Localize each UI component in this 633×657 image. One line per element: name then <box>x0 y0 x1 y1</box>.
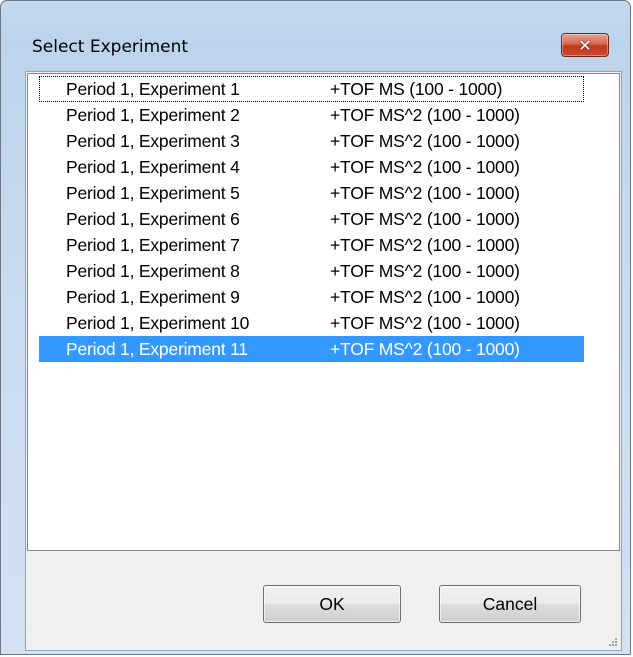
experiment-list[interactable]: Period 1, Experiment 1 +TOF MS (100 - 100… <box>27 73 620 551</box>
list-item[interactable]: Period 1, Experiment 4 +TOF MS^2 (100 - 1… <box>39 154 584 180</box>
list-item[interactable]: Period 1, Experiment 3 +TOF MS^2 (100 - 1… <box>39 128 584 154</box>
close-button[interactable]: ✕ <box>561 33 609 57</box>
title-bar[interactable]: Select Experiment ✕ <box>1 1 630 63</box>
experiment-name: Period 1, Experiment 3 <box>66 131 240 151</box>
list-item[interactable]: Period 1, Experiment 8 +TOF MS^2 (100 - 1… <box>39 258 584 284</box>
dialog-client-area: Period 1, Experiment 1 +TOF MS (100 - 100… <box>25 71 622 651</box>
experiment-name: Period 1, Experiment 4 <box>66 157 240 177</box>
experiment-name: Period 1, Experiment 10 <box>66 313 250 333</box>
experiment-scan-type: +TOF MS^2 (100 - 1000) <box>330 339 520 359</box>
list-item[interactable]: Period 1, Experiment 2 +TOF MS^2 (100 - 1… <box>39 102 584 128</box>
experiment-name: Period 1, Experiment 5 <box>66 183 240 203</box>
list-item[interactable]: Period 1, Experiment 10 +TOF MS^2 (100 - … <box>39 310 584 336</box>
dialog-title: Select Experiment <box>32 37 189 57</box>
experiment-name: Period 1, Experiment 9 <box>66 287 240 307</box>
experiment-scan-type: +TOF MS^2 (100 - 1000) <box>330 131 520 151</box>
experiment-scan-type: +TOF MS^2 (100 - 1000) <box>330 183 520 203</box>
cancel-button[interactable]: Cancel <box>439 585 581 623</box>
experiment-name: Period 1, Experiment 1 <box>66 79 240 99</box>
list-item[interactable]: Period 1, Experiment 1 +TOF MS (100 - 100… <box>39 76 584 102</box>
list-item[interactable]: Period 1, Experiment 7 +TOF MS^2 (100 - 1… <box>39 232 584 258</box>
experiment-scan-type: +TOF MS^2 (100 - 1000) <box>330 157 520 177</box>
experiment-name: Period 1, Experiment 7 <box>66 235 240 255</box>
experiment-scan-type: +TOF MS^2 (100 - 1000) <box>330 235 520 255</box>
list-item[interactable]: Period 1, Experiment 11 +TOF MS^2 (100 - … <box>39 336 584 362</box>
experiment-scan-type: +TOF MS (100 - 1000) <box>330 79 503 99</box>
list-item[interactable]: Period 1, Experiment 6 +TOF MS^2 (100 - 1… <box>39 206 584 232</box>
experiment-scan-type: +TOF MS^2 (100 - 1000) <box>330 287 520 307</box>
experiment-scan-type: +TOF MS^2 (100 - 1000) <box>330 209 520 229</box>
close-icon: ✕ <box>578 35 592 55</box>
ok-button[interactable]: OK <box>263 585 401 623</box>
experiment-name: Period 1, Experiment 2 <box>66 105 240 125</box>
list-item[interactable]: Period 1, Experiment 5 +TOF MS^2 (100 - 1… <box>39 180 584 206</box>
experiment-name: Period 1, Experiment 11 <box>66 339 248 359</box>
experiment-scan-type: +TOF MS^2 (100 - 1000) <box>330 313 520 333</box>
resize-grip-icon[interactable] <box>606 635 618 647</box>
list-item[interactable]: Period 1, Experiment 9 +TOF MS^2 (100 - 1… <box>39 284 584 310</box>
experiment-scan-type: +TOF MS^2 (100 - 1000) <box>330 261 520 281</box>
select-experiment-dialog: Select Experiment ✕ Period 1, Experiment… <box>0 0 631 655</box>
experiment-name: Period 1, Experiment 6 <box>66 209 240 229</box>
experiment-name: Period 1, Experiment 8 <box>66 261 240 281</box>
experiment-scan-type: +TOF MS^2 (100 - 1000) <box>330 105 520 125</box>
